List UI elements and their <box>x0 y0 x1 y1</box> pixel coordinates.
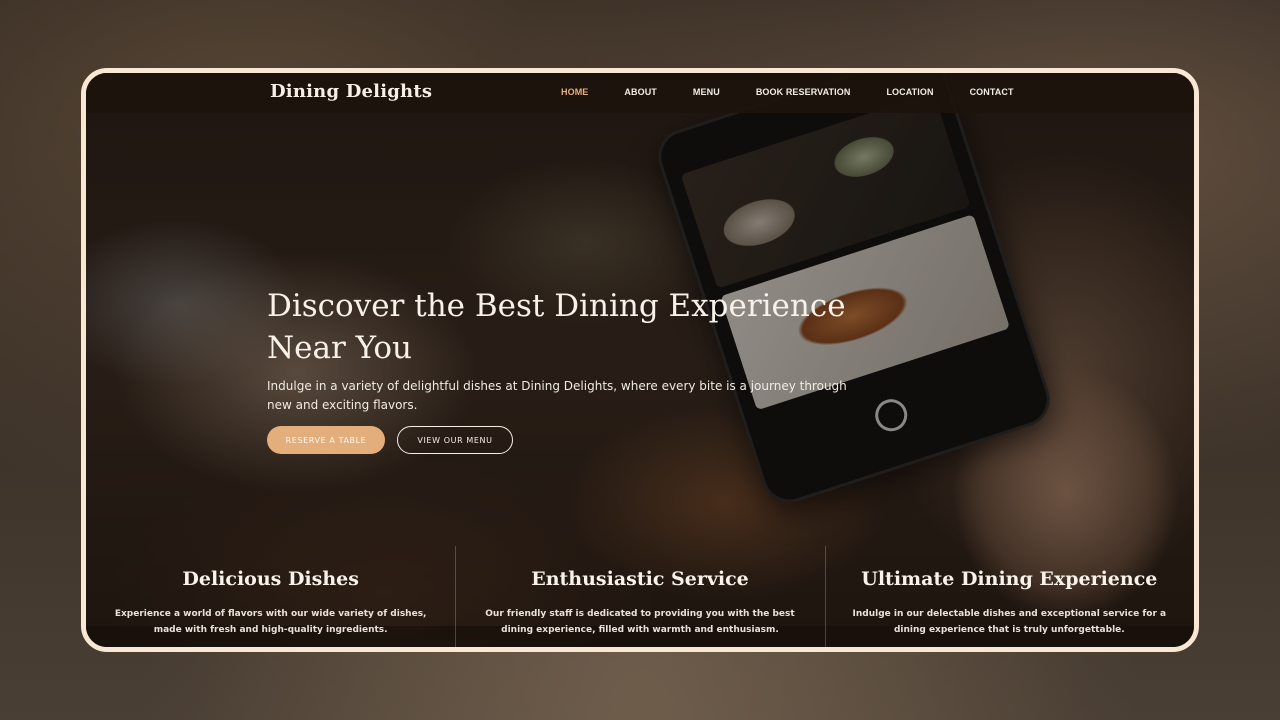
nav-item-contact[interactable]: CONTACT <box>970 87 1014 97</box>
feature-text: Indulge in our delectable dishes and exc… <box>852 609 1167 635</box>
view-menu-button[interactable]: VIEW OUR MENU <box>397 426 513 454</box>
nav-item-book-reservation[interactable]: BOOK RESERVATION <box>756 87 851 97</box>
nav-links: HOME ABOUT MENU BOOK RESERVATION LOCATIO… <box>561 87 1050 97</box>
reserve-table-button[interactable]: RESERVE A TABLE <box>267 426 385 454</box>
nav-item-menu[interactable]: MENU <box>693 87 720 97</box>
website-frame: Dining Delights HOME ABOUT MENU BOOK RES… <box>81 68 1199 652</box>
nav-item-about[interactable]: ABOUT <box>624 87 657 97</box>
feature-title: Ultimate Dining Experience <box>861 568 1158 590</box>
top-nav: Dining Delights HOME ABOUT MENU BOOK RES… <box>86 73 1194 113</box>
feature-text: Experience a world of flavors with our w… <box>114 609 427 635</box>
feature-title: Delicious Dishes <box>182 568 359 590</box>
site-logo[interactable]: Dining Delights <box>270 81 432 102</box>
feature-ultimate-dining-experience: Ultimate Dining Experience Indulge in ou… <box>824 546 1194 647</box>
hero-description: Indulge in a variety of delightful dishe… <box>267 379 847 412</box>
feature-enthusiastic-service: Enthusiastic Service Our friendly staff … <box>455 546 824 647</box>
nav-item-home[interactable]: HOME <box>561 87 588 97</box>
feature-delicious-dishes: Delicious Dishes Experience a world of f… <box>86 546 455 647</box>
feature-text: Our friendly staff is dedicated to provi… <box>485 609 795 635</box>
nav-item-location[interactable]: LOCATION <box>886 87 933 97</box>
feature-title: Enthusiastic Service <box>531 568 749 590</box>
hero-title: Discover the Best Dining Experience Near… <box>267 288 846 366</box>
features-row: Delicious Dishes Experience a world of f… <box>86 546 1194 647</box>
